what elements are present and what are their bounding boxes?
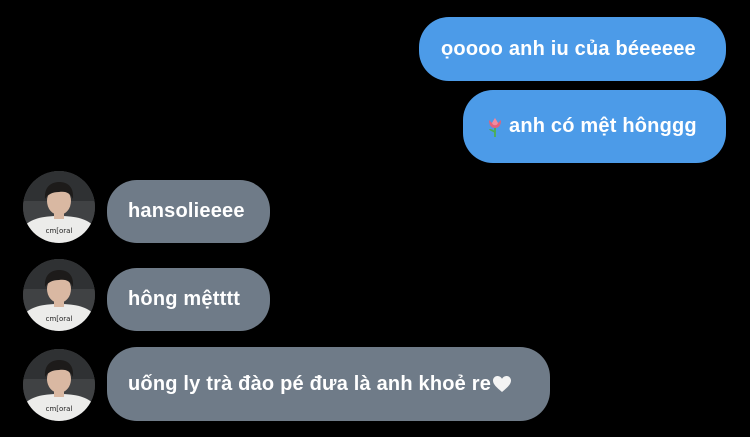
received-message-bubble[interactable]: uống ly trà đào pé đưa là anh khoẻ re [107,347,550,421]
sent-message-bubble[interactable]: ọoooo anh iu của béeeeee [419,17,726,81]
sent-message-bubble[interactable]: anh có mệt hônggg [463,90,726,163]
message-text: anh có mệt hônggg [509,115,697,137]
message-text: hông mệtttt [128,288,241,310]
message-text: uống ly trà đào pé đưa là anh khoẻ re [128,372,492,395]
avatar[interactable]: cm[oral [23,171,95,243]
message-text: ọoooo anh iu của béeeeee [441,37,696,60]
avatar[interactable]: cm[oral [23,349,95,421]
white-heart-icon [492,375,512,393]
tulip-icon [485,116,505,138]
received-message-bubble[interactable]: hông mệtttt [107,268,270,331]
avatar[interactable]: cm[oral [23,259,95,331]
svg-text:cm[oral: cm[oral [46,405,73,413]
message-text: hansolieeee [128,200,245,222]
svg-text:cm[oral: cm[oral [46,315,73,323]
received-message-bubble[interactable]: hansolieeee [107,180,270,243]
svg-text:cm[oral: cm[oral [46,227,73,235]
